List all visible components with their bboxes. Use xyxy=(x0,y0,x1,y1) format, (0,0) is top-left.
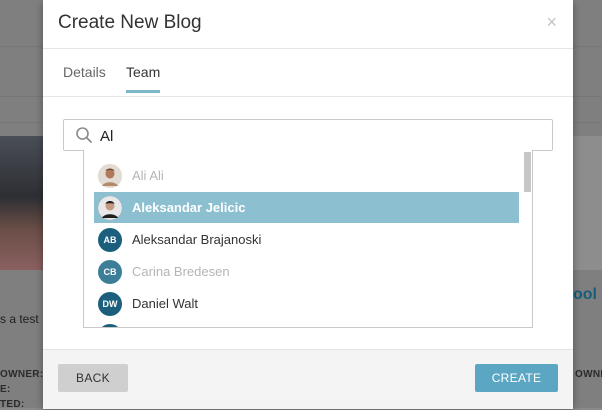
member-option-partial[interactable] xyxy=(94,320,519,327)
tab-team[interactable]: Team xyxy=(126,64,161,93)
close-icon[interactable]: × xyxy=(546,12,557,33)
member-name: Carina Bredesen xyxy=(132,264,230,279)
modal-footer: BACK CREATE xyxy=(43,349,573,409)
bg-blog-description: s a test xyxy=(0,312,39,326)
back-button[interactable]: BACK xyxy=(58,364,128,392)
bg-blog-image-right xyxy=(573,136,602,270)
member-name: Ali Ali xyxy=(132,168,164,183)
tab-details[interactable]: Details xyxy=(63,64,106,90)
member-name: Daniel Walt xyxy=(132,296,198,311)
modal-header: Create New Blog × xyxy=(43,0,573,49)
avatar: DW xyxy=(98,291,122,316)
tab-bar: Details Team xyxy=(43,48,573,97)
member-option[interactable]: DW Daniel Walt xyxy=(94,288,519,319)
dropdown-scrollbar[interactable] xyxy=(524,152,531,192)
avatar xyxy=(98,195,122,220)
modal-title: Create New Blog xyxy=(58,12,202,33)
bg-owner-label: OWNER: xyxy=(0,369,44,380)
bg-created-label: TED: xyxy=(0,399,25,410)
avatar xyxy=(98,323,122,327)
bg-blog-image-left xyxy=(0,136,44,270)
team-member-dropdown[interactable]: Ali Ali Aleksandar Jelicic AB Aleksandar… xyxy=(83,150,533,328)
search-icon xyxy=(76,127,92,143)
avatar: AB xyxy=(98,227,122,252)
team-search-box xyxy=(63,119,553,152)
bg-blog-title-right: ool v xyxy=(573,286,602,303)
member-option: Ali Ali xyxy=(94,160,519,191)
create-blog-modal: Create New Blog × Details Team Ali Ali xyxy=(43,0,573,409)
member-option[interactable]: AB Aleksandar Brajanoski xyxy=(94,224,519,255)
team-search-input[interactable] xyxy=(98,120,542,152)
member-name: Aleksandar Jelicic xyxy=(132,200,246,215)
member-option-selected[interactable]: Aleksandar Jelicic xyxy=(94,192,519,223)
user-photo-icon xyxy=(98,163,122,188)
create-button[interactable]: CREATE xyxy=(475,364,558,392)
user-photo-icon xyxy=(98,195,122,220)
avatar xyxy=(98,163,122,188)
avatar: CB xyxy=(98,259,122,284)
member-option: CB Carina Bredesen xyxy=(94,256,519,287)
bg-owner-label-right: OWNER: xyxy=(575,369,602,380)
bg-type-label: E: xyxy=(0,384,11,395)
member-name: Aleksandar Brajanoski xyxy=(132,232,262,247)
